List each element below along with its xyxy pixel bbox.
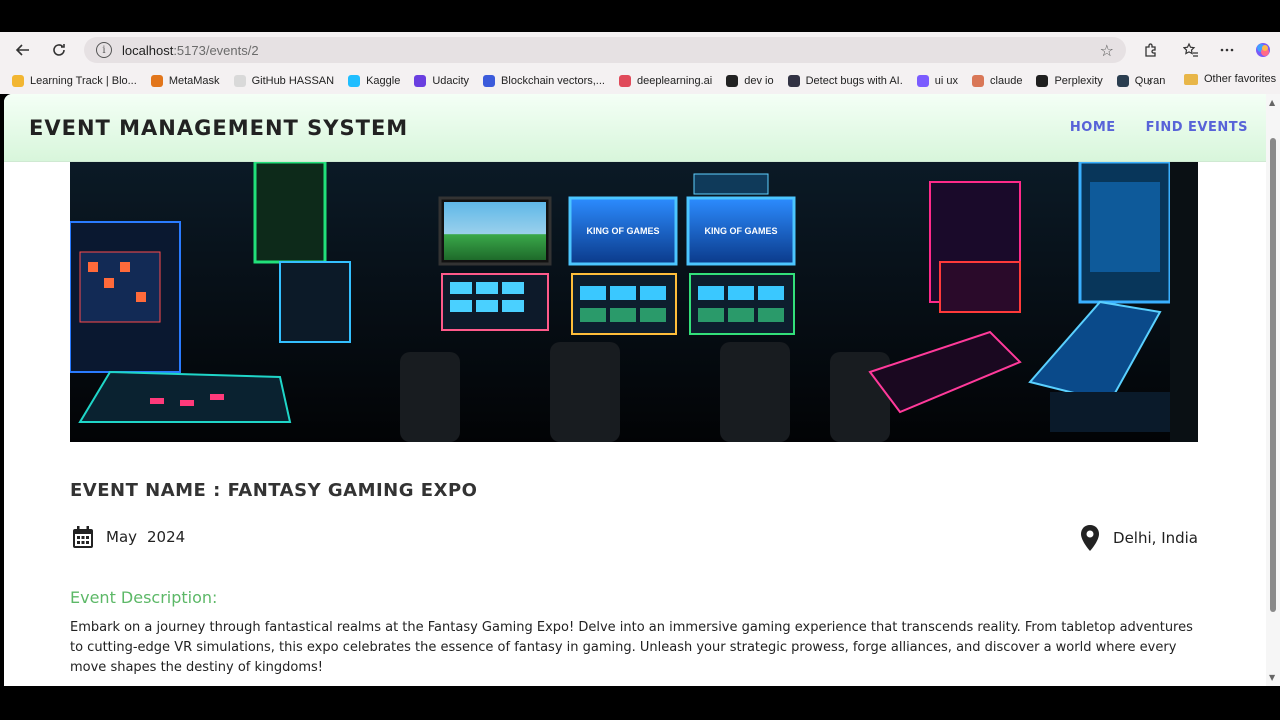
extensions-button[interactable] xyxy=(1138,38,1164,62)
calendar-icon xyxy=(73,526,93,548)
site-header: EVENT MANAGEMENT SYSTEM HOME FIND EVENTS xyxy=(4,94,1266,162)
event-banner-image: KING OF GAMES KING OF GAMES xyxy=(70,162,1198,442)
screen-label: KING OF GAMES xyxy=(704,226,777,236)
bookmark-label: Udacity xyxy=(432,75,470,87)
back-arrow-icon xyxy=(15,44,29,56)
bookmark-item[interactable]: Perplexity xyxy=(1036,75,1103,87)
window-bottom-bar xyxy=(0,686,1280,720)
bookmark-label: MetaMask xyxy=(168,75,220,87)
event-date: May 2024 xyxy=(70,524,185,550)
favorite-star-icon[interactable]: ☆ xyxy=(1100,41,1114,60)
bookmark-label: ui ux xyxy=(934,75,959,87)
page-scrollbar[interactable]: ▲ ▼ xyxy=(1266,94,1280,686)
other-favorites[interactable]: Other favorites xyxy=(1184,73,1276,85)
screen-label: KING OF GAMES xyxy=(586,226,659,236)
ellipsis-icon xyxy=(1220,48,1234,52)
favorites-button[interactable] xyxy=(1178,38,1204,62)
event-location-text: Delhi, India xyxy=(1113,529,1198,547)
url-path: :5173/events/2 xyxy=(173,42,259,58)
bookmark-label: Learning Track | Blo... xyxy=(30,75,137,87)
window-top-bar xyxy=(0,0,1280,32)
bookmark-item[interactable]: Blockchain vectors,... xyxy=(483,75,605,87)
page-viewport: EVENT MANAGEMENT SYSTEM HOME FIND EVENTS xyxy=(4,94,1266,686)
bookmarks-bar: Learning Track | Blo... MetaMask GitHub HA… xyxy=(0,70,1280,92)
bookmark-favicon-icon xyxy=(483,75,496,87)
event-month: May xyxy=(106,528,138,546)
nav-home-link[interactable]: HOME xyxy=(1070,120,1116,135)
bookmark-item[interactable]: Detect bugs with AI. xyxy=(787,75,903,87)
arcade-scene-illustration: KING OF GAMES KING OF GAMES xyxy=(70,162,1198,442)
bookmark-favicon-icon xyxy=(787,75,800,87)
bookmark-label: Detect bugs with AI. xyxy=(805,75,903,87)
event-year: 2024 xyxy=(147,528,186,546)
bookmark-label: Perplexity xyxy=(1054,75,1103,87)
bookmark-favicon-icon xyxy=(916,75,929,87)
copilot-button[interactable] xyxy=(1250,38,1276,62)
bookmark-label: Blockchain vectors,... xyxy=(501,75,605,87)
bookmark-label: deeplearning.ai xyxy=(636,75,713,87)
scroll-up-icon[interactable]: ▲ xyxy=(1269,98,1275,107)
bookmark-favicon-icon xyxy=(726,75,739,87)
scroll-down-icon[interactable]: ▼ xyxy=(1269,673,1275,682)
more-menu-button[interactable] xyxy=(1214,38,1240,62)
bookmark-item[interactable]: Quran xyxy=(1116,75,1165,87)
refresh-button[interactable] xyxy=(46,38,72,62)
url-host: localhost xyxy=(122,42,174,58)
back-button[interactable] xyxy=(10,38,36,62)
bookmark-item[interactable]: MetaMask xyxy=(150,75,220,87)
map-pin-icon xyxy=(1081,525,1100,551)
site-nav: HOME FIND EVENTS xyxy=(1070,120,1248,135)
event-location: Delhi, India xyxy=(1079,524,1198,552)
bookmark-favicon-icon xyxy=(618,75,631,87)
browser-chrome: i localhost:5173/events/2 ☆ Learning Tra… xyxy=(0,32,1280,94)
bookmark-favicon-icon xyxy=(233,75,246,87)
bookmark-item[interactable]: ui ux xyxy=(916,75,959,87)
copilot-icon xyxy=(1256,43,1270,57)
site-title: EVENT MANAGEMENT SYSTEM xyxy=(29,116,409,140)
bookmark-item[interactable]: Kaggle xyxy=(348,75,400,87)
bookmark-label: claude xyxy=(990,75,1023,87)
bookmark-favicon-icon xyxy=(150,75,163,87)
bookmark-item[interactable]: dev io xyxy=(726,75,774,87)
bookmark-favicon-icon xyxy=(348,75,361,87)
puzzle-icon xyxy=(1145,43,1156,57)
bookmark-item[interactable]: deeplearning.ai xyxy=(618,75,713,87)
bookmark-item[interactable]: GitHub HASSAN xyxy=(233,75,335,87)
event-name-heading: EVENT NAME : FANTASY GAMING EXPO xyxy=(70,480,478,501)
nav-find-events-link[interactable]: FIND EVENTS xyxy=(1146,120,1248,135)
chevron-right-icon[interactable]: › xyxy=(1148,74,1152,89)
description-text: Embark on a journey through fantastical … xyxy=(70,620,1193,675)
bookmark-favicon-icon xyxy=(414,75,427,87)
bookmark-favicon-icon xyxy=(1036,75,1049,87)
bookmark-favicon-icon xyxy=(12,75,24,87)
site-info-icon[interactable]: i xyxy=(96,42,112,58)
bookmark-item[interactable]: claude xyxy=(972,75,1022,87)
bookmark-favicon-icon xyxy=(1116,75,1129,87)
folder-icon xyxy=(1184,73,1198,85)
description-heading: Event Description: xyxy=(70,588,218,607)
favorites-list-icon xyxy=(1183,42,1198,57)
bookmark-favicon-icon xyxy=(972,75,985,87)
event-meta: May 2024 Delhi, India xyxy=(70,524,1198,552)
bookmark-item[interactable]: Learning Track | Blo... xyxy=(12,75,137,87)
refresh-icon xyxy=(53,44,65,56)
scroll-thumb[interactable] xyxy=(1270,138,1276,612)
other-favorites-label: Other favorites xyxy=(1204,73,1277,85)
address-bar[interactable]: i localhost:5173/events/2 ☆ xyxy=(84,37,1126,63)
bookmark-item[interactable]: Udacity xyxy=(414,75,469,87)
bookmark-label: Kaggle xyxy=(366,75,401,87)
bookmark-label: GitHub HASSAN xyxy=(251,75,335,87)
bookmark-label: dev io xyxy=(744,75,774,87)
browser-toolbar: i localhost:5173/events/2 ☆ xyxy=(0,32,1280,68)
